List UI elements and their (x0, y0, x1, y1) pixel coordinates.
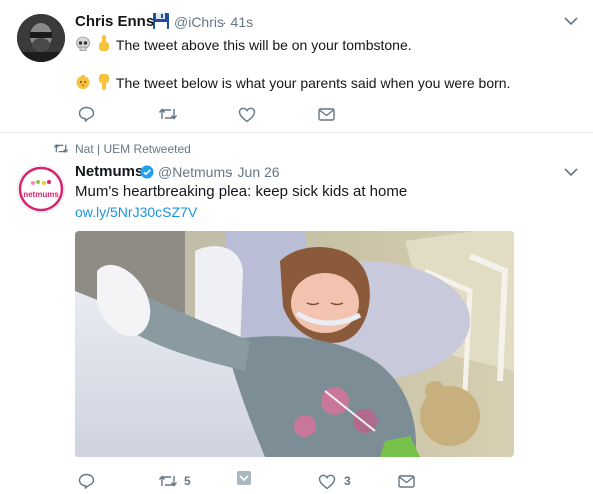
message-icon[interactable] (318, 108, 335, 121)
author-name[interactable]: Chris Enns (75, 13, 154, 30)
retweet-icon[interactable] (158, 107, 178, 121)
tweet-time[interactable]: · Jun 26 (229, 164, 280, 180)
author-handle[interactable]: @Netmums (158, 164, 232, 180)
like-count[interactable]: 3 (344, 474, 351, 488)
baby-icon (75, 74, 91, 93)
tweet-text-line-1: The tweet above this will be on your tom… (115, 37, 412, 53)
retweeted-icon (53, 143, 69, 154)
tweet-time[interactable]: · 41s (222, 14, 253, 30)
tweet-photo[interactable] (75, 231, 514, 457)
pointing-down-icon (97, 73, 111, 93)
reply-icon[interactable] (78, 473, 95, 489)
like-icon[interactable] (318, 474, 336, 490)
skull-icon (75, 36, 91, 55)
tweet-text: Mum's heartbreaking plea: keep sick kids… (75, 183, 408, 200)
message-icon[interactable] (398, 475, 415, 488)
tweet-text-line-2: The tweet below is what your parents sai… (115, 75, 511, 91)
like-icon[interactable] (238, 107, 256, 123)
avatar-netmums[interactable]: netmums (17, 165, 65, 213)
author-name[interactable]: Netmums (75, 163, 143, 180)
pointing-up-icon (97, 35, 111, 55)
reply-icon[interactable] (78, 106, 95, 122)
tweet-divider (0, 132, 593, 133)
retweet-context[interactable]: Nat | UEM Retweeted (75, 142, 191, 156)
netmums-avatar-label: netmums (23, 190, 59, 199)
avatar-chris-enns[interactable] (17, 14, 65, 62)
retweet-icon[interactable] (158, 474, 178, 488)
top-tweet-icon[interactable] (236, 470, 252, 486)
author-handle[interactable]: @iChris (174, 14, 224, 30)
verified-badge-icon (140, 165, 154, 179)
floppy-disk-icon (152, 12, 170, 30)
tweet-link[interactable]: ow.ly/5NrJ30cSZ7V (75, 204, 197, 220)
chevron-down-icon[interactable] (564, 16, 578, 26)
chevron-down-icon[interactable] (564, 167, 578, 177)
retweet-count[interactable]: 5 (184, 474, 191, 488)
